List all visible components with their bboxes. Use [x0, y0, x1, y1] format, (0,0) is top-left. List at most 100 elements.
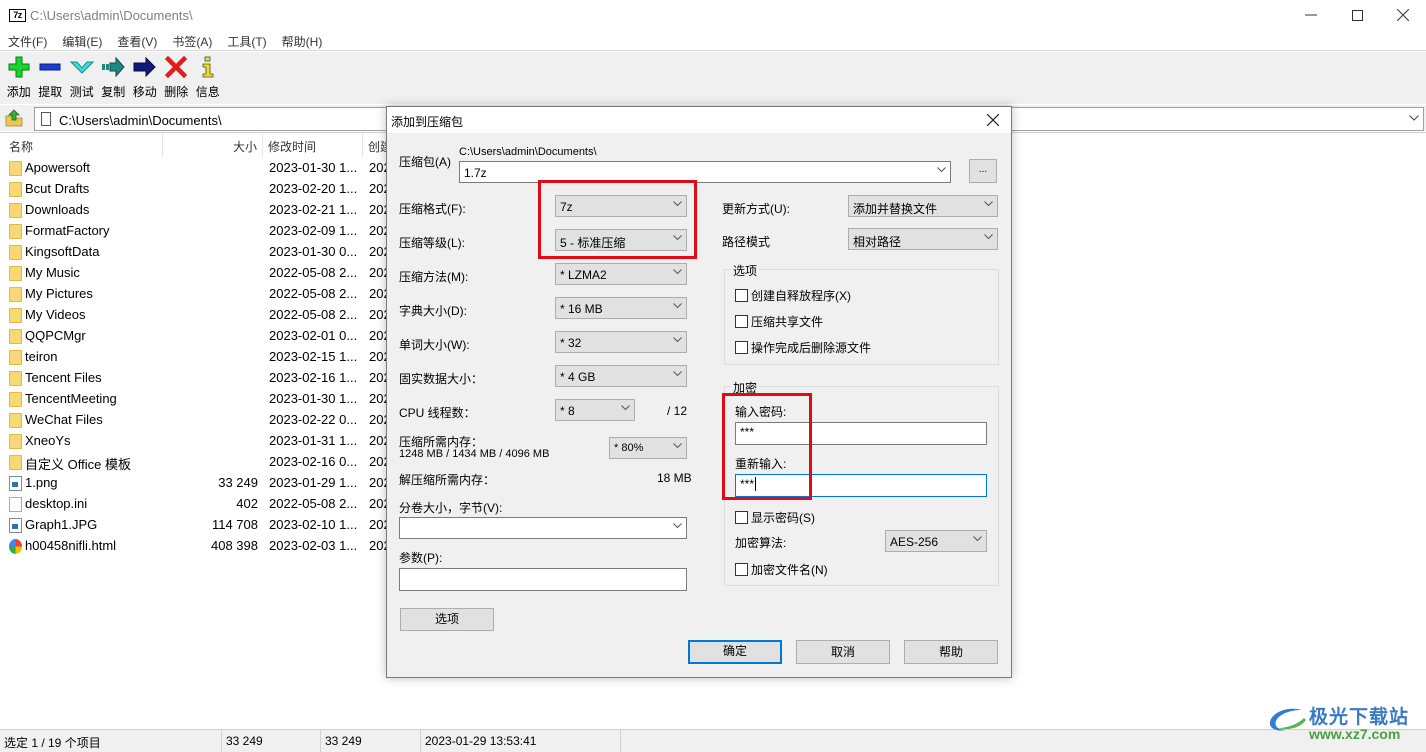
parameters-input[interactable]	[399, 568, 687, 591]
toolbar: 添加 提取 测试 复制 移动 删除 信息	[0, 52, 1426, 104]
file-row[interactable]: desktop.ini 402 2022-05-08 2... 202	[0, 494, 391, 515]
7zip-file-manager: 7z C:\Users\admin\Documents\ 文件(F) 编辑(E)…	[0, 0, 1426, 752]
file-row[interactable]: teiron 2023-02-15 1... 202	[0, 347, 391, 368]
threads-select[interactable]: * 8	[555, 399, 635, 421]
file-row[interactable]: TencentMeeting 2023-01-30 1... 202	[0, 389, 391, 410]
folder-icon	[9, 224, 22, 239]
file-row[interactable]: Tencent Files 2023-02-16 1... 202	[0, 368, 391, 389]
split-volume-combo[interactable]	[399, 517, 687, 539]
method-label: 压缩方法(M):	[399, 270, 469, 284]
dictionary-value: * 16 MB	[560, 302, 603, 316]
menu-tools[interactable]: 工具(T)	[219, 30, 273, 50]
file-row[interactable]: h00458nifli.html 408 398 2023-02-03 1... 20…	[0, 536, 391, 557]
extract-button[interactable]: 提取	[35, 52, 67, 104]
delete-button[interactable]: 删除	[161, 52, 193, 104]
solid-block-select[interactable]: * 4 GB	[555, 365, 687, 387]
title-bar: 7z C:\Users\admin\Documents\	[0, 0, 1426, 30]
cancel-button[interactable]: 取消	[796, 640, 890, 664]
file-name: Graph1.JPG	[25, 517, 98, 532]
maximize-button[interactable]	[1334, 0, 1380, 30]
column-name[interactable]: 名称	[0, 133, 163, 157]
move-icon	[132, 56, 158, 78]
watermark-title: 极光下载站	[1309, 707, 1410, 728]
file-row[interactable]: Apowersoft 2023-01-30 1... 202	[0, 158, 391, 179]
file-row[interactable]: My Pictures 2022-05-08 2... 202	[0, 284, 391, 305]
word-size-select[interactable]: * 32	[555, 331, 687, 353]
watermark-logo-icon	[1269, 708, 1306, 731]
folder-icon	[9, 329, 22, 344]
file-name: QQPCMgr	[25, 328, 86, 343]
info-button[interactable]: 信息	[192, 52, 224, 104]
file-row[interactable]: QQPCMgr 2023-02-01 0... 202	[0, 326, 391, 347]
minimize-button[interactable]	[1288, 0, 1334, 30]
file-row[interactable]: WeChat Files 2023-02-22 0... 202	[0, 410, 391, 431]
file-size: 402	[236, 496, 258, 511]
column-size[interactable]: 大小	[163, 133, 263, 157]
column-modified[interactable]: 修改时间	[263, 133, 363, 157]
method-select[interactable]: * LZMA2	[555, 263, 687, 285]
memory-usage-select[interactable]: * 80%	[609, 437, 687, 459]
html-file-icon	[9, 539, 22, 554]
path-mode-select[interactable]: 相对路径	[848, 228, 998, 250]
checkbox-box	[735, 341, 748, 354]
file-row[interactable]: My Music 2022-05-08 2... 202	[0, 263, 391, 284]
file-row[interactable]: Downloads 2023-02-21 1... 202	[0, 200, 391, 221]
folder-icon	[9, 413, 22, 428]
show-password-checkbox[interactable]: 显示密码(S)	[735, 509, 815, 526]
address-dropdown-icon[interactable]	[1409, 112, 1419, 124]
copy-button[interactable]: 复制	[98, 52, 130, 104]
menu-view[interactable]: 查看(V)	[109, 30, 164, 50]
delete-after-checkbox[interactable]: 操作完成后删除源文件	[735, 339, 871, 356]
file-modified: 2023-01-30 1...	[269, 391, 358, 406]
file-row[interactable]: KingsoftData 2023-01-30 0... 202	[0, 242, 391, 263]
archive-name-combo[interactable]: 1.7z	[459, 161, 951, 183]
up-folder-button[interactable]	[4, 108, 26, 128]
chevron-down-icon	[973, 536, 982, 544]
help-button[interactable]: 帮助	[904, 640, 998, 664]
image-file-icon	[9, 476, 22, 491]
options-button[interactable]: 选项	[400, 608, 494, 631]
file-row[interactable]: FormatFactory 2023-02-09 1... 202	[0, 221, 391, 242]
test-button[interactable]: 测试	[66, 52, 98, 104]
file-name: My Music	[25, 265, 80, 280]
dialog-close-button[interactable]	[981, 109, 1005, 131]
close-button[interactable]	[1380, 0, 1426, 30]
add-icon	[6, 56, 32, 78]
file-row[interactable]: XneoYs 2023-01-31 1... 202	[0, 431, 391, 452]
compress-shared-checkbox[interactable]: 压缩共享文件	[735, 313, 823, 330]
threads-label: CPU 线程数：	[399, 406, 476, 420]
chevron-down-icon	[984, 201, 993, 209]
encrypt-filenames-label: 加密文件名(N)	[751, 563, 828, 577]
update-mode-select[interactable]: 添加并替换文件	[848, 195, 998, 217]
menu-file[interactable]: 文件(F)	[0, 30, 54, 50]
encrypt-filenames-checkbox[interactable]: 加密文件名(N)	[735, 561, 828, 578]
encryption-method-select[interactable]: AES-256	[885, 530, 987, 552]
dialog-title: 添加到压缩包	[391, 115, 464, 129]
sfx-checkbox[interactable]: 创建自释放程序(X)	[735, 287, 851, 304]
file-row[interactable]: Graph1.JPG 114 708 2023-02-10 1... 202	[0, 515, 391, 536]
solid-block-value: * 4 GB	[560, 370, 596, 384]
menu-bookmarks[interactable]: 书签(A)	[164, 30, 219, 50]
file-row[interactable]: 自定义 Office 模板 2023-02-16 0... 202	[0, 452, 391, 473]
file-size: 408 398	[211, 538, 258, 553]
menu-bar: 文件(F) 编辑(E) 查看(V) 书签(A) 工具(T) 帮助(H)	[0, 30, 1426, 51]
file-name: FormatFactory	[25, 223, 110, 238]
folder-icon	[9, 245, 22, 260]
reenter-password-input[interactable]: ***	[735, 474, 987, 497]
extract-label: 提取	[38, 85, 63, 99]
file-row[interactable]: 1.png 33 249 2023-01-29 1... 202	[0, 473, 391, 494]
menu-edit[interactable]: 编辑(E)	[54, 30, 109, 50]
dictionary-select[interactable]: * 16 MB	[555, 297, 687, 319]
file-row[interactable]: Bcut Drafts 2023-02-20 1... 202	[0, 179, 391, 200]
add-button[interactable]: 添加	[3, 52, 35, 104]
menu-help[interactable]: 帮助(H)	[274, 30, 330, 50]
level-select[interactable]: 5 - 标准压缩	[555, 229, 687, 251]
ok-button[interactable]: 确定	[688, 640, 782, 664]
password-input[interactable]: ***	[735, 422, 987, 445]
format-select[interactable]: 7z	[555, 195, 687, 217]
file-name: My Pictures	[25, 286, 93, 301]
file-row[interactable]: My Videos 2022-05-08 2... 202	[0, 305, 391, 326]
browse-button[interactable]: ...	[969, 159, 997, 183]
move-button[interactable]: 移动	[129, 52, 161, 104]
folder-icon	[9, 371, 22, 386]
